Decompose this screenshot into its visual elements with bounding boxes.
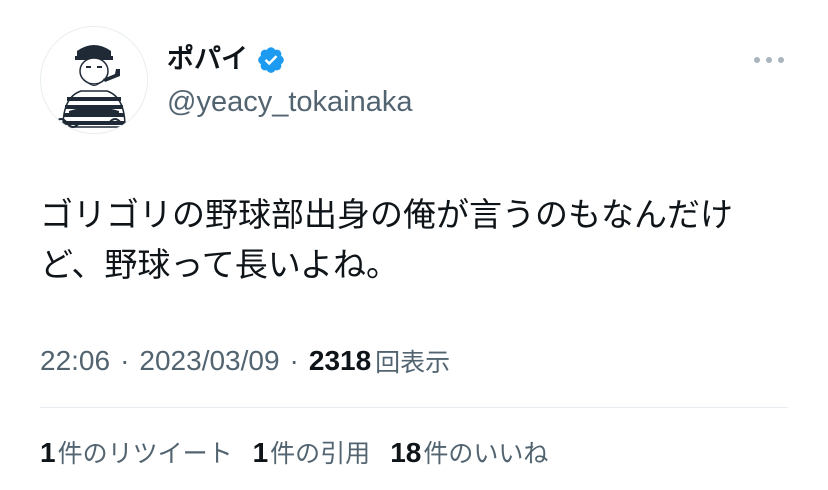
display-name[interactable]: ポパイ	[167, 40, 248, 80]
author-name-row[interactable]: ポパイ	[167, 40, 286, 80]
tweet-time[interactable]: 22:06	[40, 345, 110, 377]
more-horizontal-icon-dot	[778, 57, 784, 63]
divider	[40, 407, 788, 408]
likes-label: 件のいいね	[423, 439, 549, 468]
views-label: 回表示	[375, 348, 451, 377]
user-handle[interactable]: @yeacy_tokainaka	[167, 84, 412, 120]
retweets-count: 1	[40, 437, 56, 468]
meta-separator: ·	[120, 345, 130, 376]
verified-badge-icon	[258, 47, 284, 73]
engagement-stats: 1 件のリツイート 1 件の引用 18 件のいいね	[40, 432, 568, 472]
views-count: 2318	[308, 345, 372, 376]
tweet-date[interactable]: 2023/03/09	[139, 345, 279, 377]
likes-stat[interactable]: 18 件のいいね	[390, 434, 548, 470]
quotes-label: 件の引用	[270, 439, 371, 468]
sailor-portrait-icon	[41, 27, 147, 133]
more-options-button[interactable]	[754, 50, 784, 70]
more-horizontal-icon	[754, 57, 760, 63]
tweet-text: ゴリゴリの野球部出身の俺が言うのもなんだけ ど、野球って長いよね。	[40, 195, 733, 284]
quotes-stat[interactable]: 1 件の引用	[253, 434, 371, 470]
retweets-stat[interactable]: 1 件のリツイート	[40, 434, 233, 470]
more-horizontal-icon-dot	[766, 57, 772, 63]
retweets-label: 件のリツイート	[57, 439, 233, 468]
quotes-count: 1	[252, 437, 269, 468]
meta-separator: ·	[289, 345, 299, 376]
likes-count: 18	[390, 437, 422, 468]
avatar[interactable]	[40, 26, 148, 134]
tweet-meta: 22:06 · 2023/03/09 · 2318 回表示	[40, 342, 450, 380]
